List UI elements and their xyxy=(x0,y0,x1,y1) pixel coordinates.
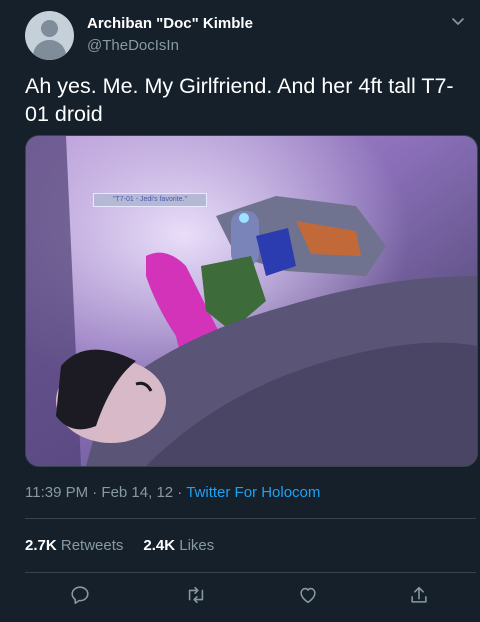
avatar[interactable] xyxy=(25,11,74,60)
likes-label: Likes xyxy=(179,537,215,554)
divider xyxy=(25,518,476,519)
retweets-label: Retweets xyxy=(60,537,124,554)
likes-count: 2.4K xyxy=(143,537,176,554)
tweet-image[interactable]: "T7-01 - Jedi's favorite." xyxy=(25,135,478,467)
heart-icon[interactable] xyxy=(297,584,323,610)
author-handle[interactable]: @TheDocIsIn xyxy=(87,37,179,54)
tweet-stats: 2.7K Retweets 2.4K Likes xyxy=(25,537,214,554)
divider xyxy=(25,572,476,573)
tweet-text: Ah yes. Me. My Girlfriend. And her 4ft t… xyxy=(25,74,454,126)
chevron-down-icon[interactable] xyxy=(449,12,467,30)
likes-stat[interactable]: 2.4K Likes xyxy=(143,537,214,554)
share-icon[interactable] xyxy=(408,584,434,610)
retweets-stat[interactable]: 2.7K Retweets xyxy=(25,537,123,554)
retweets-count: 2.7K xyxy=(25,537,57,554)
tweet-meta: 11:39 PM · Feb 14, 12 · Twitter For Holo… xyxy=(25,484,320,501)
tweet-header: Archiban "Doc" Kimble @TheDocIsIn xyxy=(25,10,470,60)
author-name[interactable]: Archiban "Doc" Kimble xyxy=(87,15,253,32)
source-link[interactable]: Twitter For Holocom xyxy=(186,484,320,501)
reply-icon[interactable] xyxy=(69,584,95,610)
image-caption: "T7-01 - Jedi's favorite." xyxy=(93,193,207,207)
timestamp[interactable]: 11:39 PM · Feb 14, 12 · xyxy=(25,484,186,501)
retweet-icon[interactable] xyxy=(185,584,211,610)
tweet-actions xyxy=(25,584,476,612)
